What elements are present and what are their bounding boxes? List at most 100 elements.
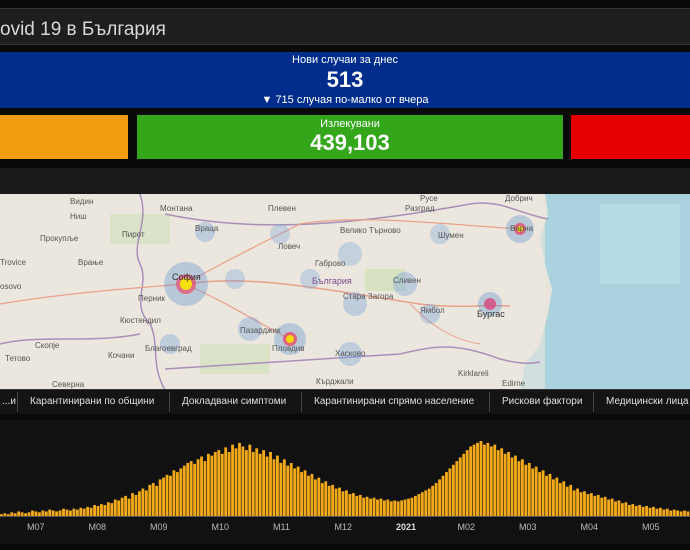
chart-bar [113, 499, 117, 516]
chart-bar [62, 508, 65, 516]
app-title: ovid 19 в България [0, 19, 166, 40]
chart-bar [196, 459, 200, 516]
chart-bar [179, 468, 183, 516]
chart-bar [424, 490, 428, 516]
chart-x-tick-label: M05 [642, 522, 660, 532]
chart-bar [469, 446, 473, 516]
chart-bar [614, 501, 617, 516]
map-city-label: Стара Загора [343, 292, 394, 301]
chart-bar [548, 473, 552, 516]
chart-bar [400, 500, 404, 516]
chart-bar [258, 453, 262, 516]
chart-bar [20, 512, 24, 516]
chart-bar [93, 505, 96, 516]
chart-bar [138, 491, 141, 516]
chart-bar [369, 498, 372, 516]
chart-bar [131, 493, 134, 516]
chart-bar [200, 456, 203, 516]
map-city-label: Перник [138, 294, 166, 303]
chart-bar [451, 464, 455, 516]
map-panel-header [0, 168, 690, 194]
chart-bar [455, 461, 459, 516]
chart-bar [479, 441, 483, 516]
tab-partial[interactable]: ...и [0, 392, 18, 412]
chart-bar [407, 498, 410, 516]
chart-bar [382, 500, 386, 516]
chart-bar [672, 509, 676, 516]
new-cases-delta: ▼ 715 случая по-малко от вчера [261, 94, 429, 106]
chart-bar [545, 475, 548, 516]
chart-bar [638, 505, 642, 516]
map-city-label: София [172, 272, 201, 282]
chart-bar [555, 477, 559, 516]
chart-x-tick-label: M10 [211, 522, 230, 532]
chart-bar [286, 465, 290, 516]
chart-bar [210, 455, 214, 516]
map-city-label: Пирот [122, 230, 145, 239]
chart-bar [524, 464, 528, 516]
recovered-label: Излекувани [320, 118, 380, 130]
chart-bar [655, 508, 659, 516]
chart-bar [600, 497, 604, 516]
chart-bar [658, 507, 662, 516]
chart-bar [679, 511, 683, 516]
chart-bar [96, 505, 100, 516]
tab-quarantined-vs-population[interactable]: Карантинирани спрямо население [306, 392, 490, 412]
chart-x-tick-label: M08 [88, 522, 107, 532]
new-cases-indicator: Нови случаи за днес 513 ▼ 715 случая по-… [0, 52, 690, 108]
chart-bar [465, 450, 469, 516]
map-city-label: Благоевград [145, 344, 192, 353]
chart-bar [334, 488, 338, 516]
chart-bar [134, 494, 138, 516]
chart-bar [662, 509, 666, 516]
map-city-label: Ямбол [420, 306, 445, 315]
chart-bar [448, 468, 452, 516]
chart-bar [282, 459, 286, 516]
chart-bar [434, 483, 438, 516]
chart-bar [189, 461, 193, 516]
chart-bar [486, 442, 490, 516]
chart-bar [576, 488, 579, 516]
map-city-label: Пазарджик [240, 326, 281, 335]
tab-quarantined-by-municipality[interactable]: Карантинирани по общини [22, 392, 170, 412]
chart-bar [203, 461, 207, 516]
map-city-label: Велико Търново [340, 226, 401, 235]
chart-bar [372, 497, 376, 516]
chart-bar [458, 457, 462, 516]
chart-bar [82, 508, 86, 516]
chart-bar [476, 442, 479, 516]
chart-bar [158, 479, 162, 516]
chart-bar [572, 490, 576, 516]
chart-bar [6, 514, 10, 516]
map-city-label: Плевен [268, 204, 296, 213]
chart-bar [155, 485, 159, 516]
tab-risk-factors[interactable]: Рискови фактори [494, 392, 594, 412]
map-city-label: Варна [510, 224, 534, 233]
map-city-label: Тетово [5, 354, 31, 363]
tab-medical-staff[interactable]: Медицински лица [598, 392, 690, 412]
chart-bar [365, 496, 369, 516]
map-city-label: Ниш [70, 212, 87, 221]
chart-bar [69, 510, 72, 516]
chart-bar [531, 468, 535, 516]
map-city-label: Ловеч [278, 242, 301, 251]
chart-bar [44, 511, 48, 516]
tab-reported-symptoms[interactable]: Докладвани симптоми [174, 392, 302, 412]
chart-bar [100, 504, 103, 516]
chart-bar [376, 499, 379, 516]
chart-bar [686, 511, 690, 516]
chart-bar [241, 446, 245, 516]
chart-bar [396, 501, 400, 516]
map-city-label: Врање [78, 258, 104, 267]
chart-bar [607, 499, 611, 516]
chart-bar [272, 459, 276, 516]
chart-bar [307, 475, 310, 516]
chart-bar [248, 444, 252, 516]
chart-bar [538, 472, 542, 516]
chart-bar [445, 472, 448, 516]
heat-map[interactable]: Монтана Плевен Видин Враца Ловеч Велико … [0, 194, 690, 390]
chart-bar [238, 442, 241, 516]
chart-bar [162, 477, 165, 516]
map-city-label: Шумен [438, 231, 464, 240]
chart-x-tick-label: M09 [150, 522, 168, 532]
